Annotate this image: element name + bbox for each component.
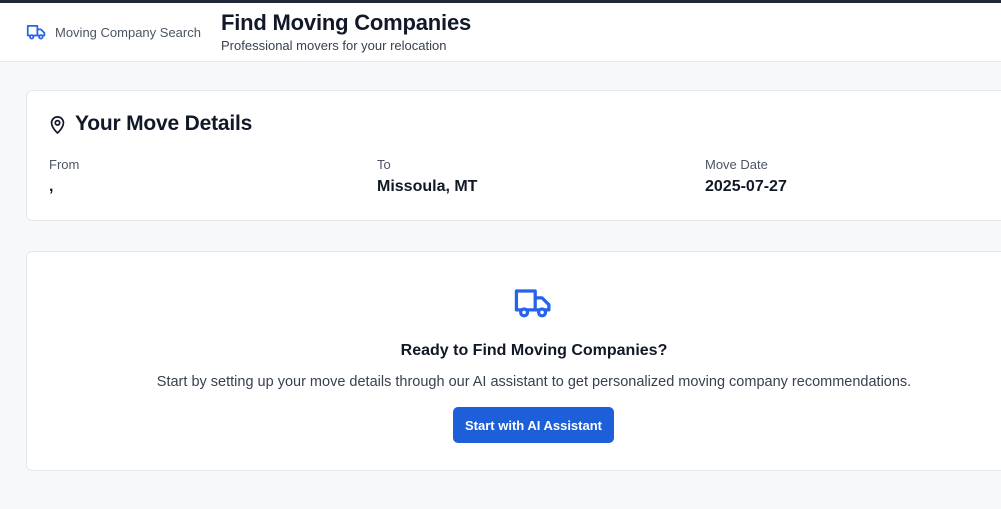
- from-label: From: [49, 157, 80, 172]
- move-date-label: Move Date: [705, 157, 768, 172]
- app-header: Moving Company Search Find Moving Compan…: [0, 3, 1001, 62]
- brand-label: Moving Company Search: [55, 24, 201, 40]
- empty-state-description: Start by setting up your move details th…: [156, 374, 912, 390]
- brand-link[interactable]: Moving Company Search: [26, 23, 201, 41]
- to-field: To Missoula, MT: [377, 157, 477, 198]
- truck-icon: [26, 23, 47, 41]
- from-field: From ,: [49, 157, 79, 198]
- empty-state-card: Ready to Find Moving Companies? Start by…: [26, 251, 1001, 471]
- page-title: Find Moving Companies: [221, 10, 472, 35]
- start-ai-assistant-button[interactable]: Start with AI Assistant: [453, 407, 614, 443]
- move-date-field: Move Date 2025-07-27: [705, 157, 787, 198]
- map-pin-icon: [49, 115, 66, 134]
- move-date-value: 2025-07-27: [705, 178, 787, 195]
- empty-state-title: Ready to Find Moving Companies?: [400, 342, 668, 359]
- page-subtitle: Professional movers for your relocation: [221, 38, 447, 53]
- move-details-title: Your Move Details: [75, 112, 253, 135]
- from-value: ,: [49, 178, 54, 195]
- move-details-header: Your Move Details: [49, 112, 252, 136]
- to-value: Missoula, MT: [377, 178, 478, 195]
- truck-icon: [513, 285, 554, 321]
- to-label: To: [377, 157, 391, 172]
- move-details-card: Your Move Details From , To Missoula, MT…: [26, 90, 1001, 221]
